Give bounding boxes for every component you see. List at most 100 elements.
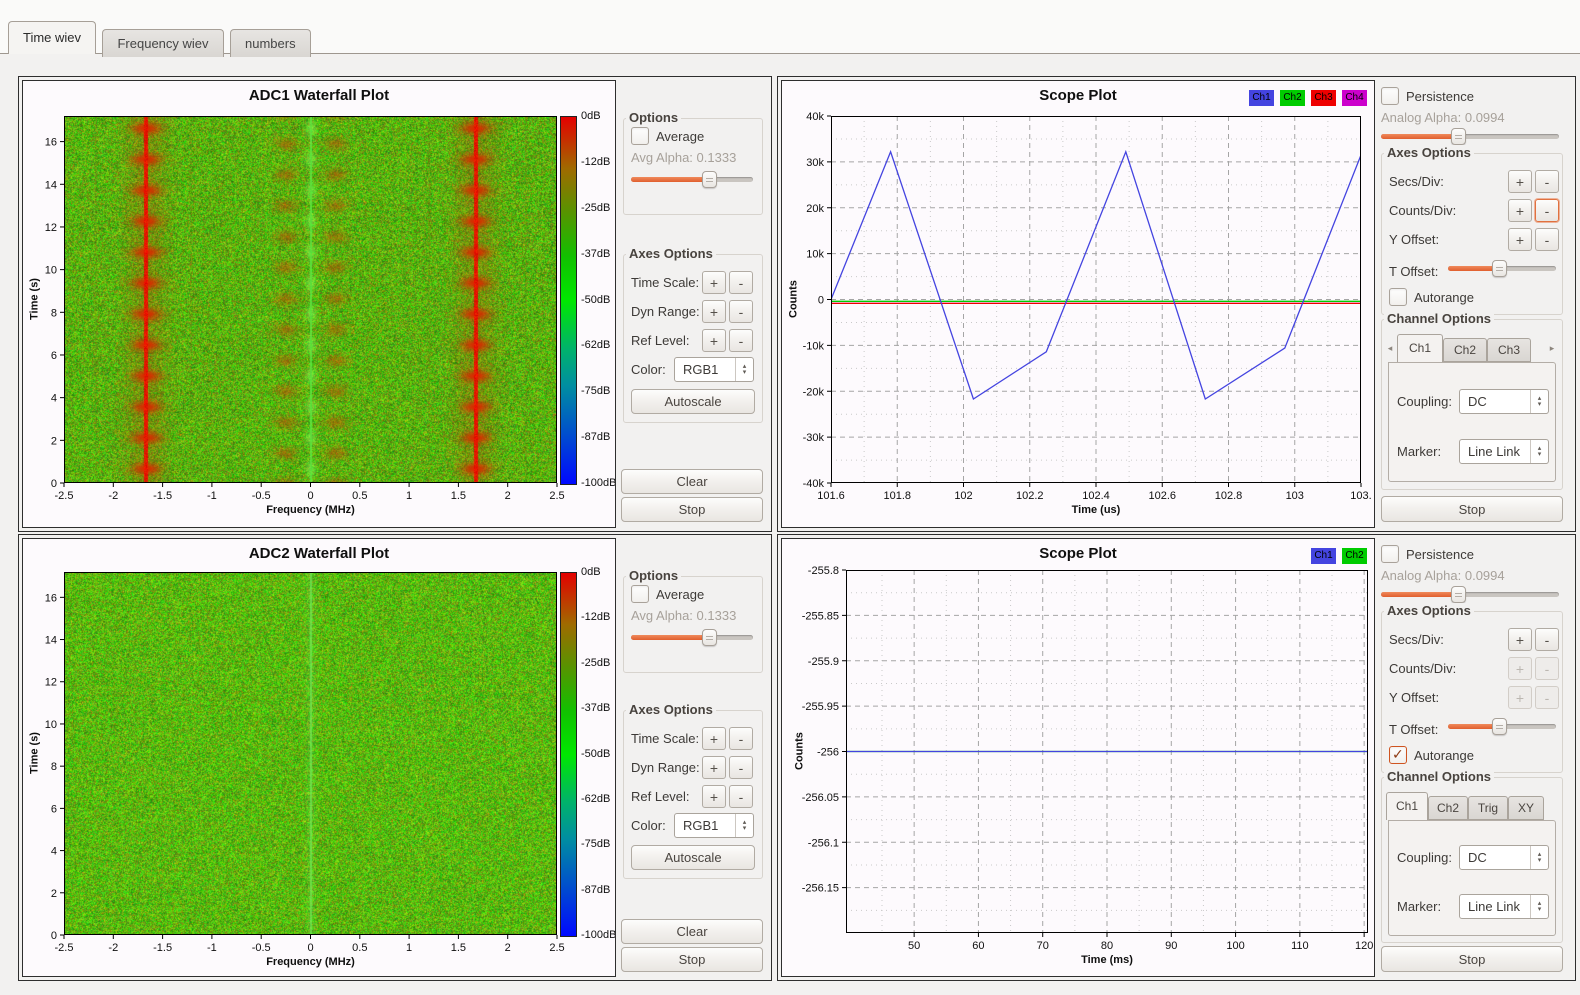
adc1-axes-options-group: Axes Options Time Scale: + - Dyn Range: …	[623, 254, 763, 423]
spin-arrows-icon[interactable]: ▴▾	[1530, 846, 1548, 869]
channel-options-title: Channel Options	[1384, 311, 1494, 326]
color-select-value: RGB1	[683, 358, 735, 381]
channel-tab-page: Coupling: DC ▴▾ Marker: Line Link ▴▾	[1388, 820, 1556, 936]
stop-button[interactable]: Stop	[621, 497, 763, 522]
average-checkbox[interactable]	[631, 585, 649, 603]
channel-tab-ch1[interactable]: Ch1	[1397, 334, 1443, 362]
slider-handle[interactable]	[702, 171, 717, 188]
persistence-checkbox[interactable]	[1381, 545, 1399, 563]
autorange-checkbox[interactable]	[1389, 746, 1407, 764]
scope2-plot-canvas[interactable]: 5060708090100110120-255.8-255.85-255.9-2…	[846, 570, 1368, 933]
ref-level-minus-button[interactable]: -	[729, 785, 753, 808]
spin-arrows-icon[interactable]: ▴▾	[1530, 390, 1548, 413]
tab-frequency-view[interactable]: Frequency wiev	[102, 29, 223, 57]
adc1-waterfall-canvas[interactable]: -2.5-2-1.5-1-0.500.511.522.5161412108642…	[64, 116, 557, 483]
analog-alpha-slider[interactable]	[1381, 586, 1559, 603]
scope1-y-axis-label: Counts	[786, 116, 801, 483]
time-scale-minus-button[interactable]: -	[729, 727, 753, 750]
counts-div-plus-button[interactable]: +	[1508, 657, 1532, 680]
adc2-intensity-colorbar	[560, 572, 577, 937]
channel-tabs-scroll-right-icon[interactable]: ▸	[1546, 343, 1558, 354]
svg-text:40k: 40k	[806, 111, 824, 123]
channel-tab-ch2[interactable]: Ch2	[1443, 338, 1487, 362]
autorange-label: Autorange	[1414, 748, 1474, 763]
adc1-plot-title: ADC1 Waterfall Plot	[23, 87, 615, 104]
y-offset-plus-button[interactable]: +	[1508, 228, 1532, 251]
t-offset-slider[interactable]	[1448, 260, 1556, 277]
adc2-options-column: Options Average Avg Alpha: 0.1333 Axes O…	[618, 538, 766, 975]
dyn-range-minus-button[interactable]: -	[729, 300, 753, 323]
svg-text:12: 12	[45, 677, 57, 689]
color-select[interactable]: RGB1 ▴▾	[674, 813, 754, 838]
time-scale-plus-button[interactable]: +	[702, 727, 726, 750]
coupling-select[interactable]: DC ▴▾	[1459, 389, 1549, 414]
slider-handle[interactable]	[702, 629, 717, 646]
time-scale-minus-button[interactable]: -	[729, 271, 753, 294]
coupling-value: DC	[1468, 846, 1530, 869]
marker-select[interactable]: Line Link ▴▾	[1459, 439, 1549, 464]
persistence-checkbox[interactable]	[1381, 87, 1399, 105]
y-offset-minus-button[interactable]: -	[1535, 228, 1559, 251]
color-select[interactable]: RGB1 ▴▾	[674, 357, 754, 382]
scope2-stop-button[interactable]: Stop	[1381, 946, 1563, 972]
svg-text:110: 110	[1291, 940, 1309, 952]
slider-handle[interactable]	[1492, 260, 1507, 277]
spin-arrows-icon[interactable]: ▴▾	[735, 814, 753, 837]
ref-level-plus-button[interactable]: +	[702, 785, 726, 808]
scope1-axes-options-group: Axes Options Secs/Div: + - Counts/Div: +…	[1381, 153, 1563, 315]
marker-label: Marker:	[1397, 899, 1441, 914]
svg-text:-30k: -30k	[803, 432, 825, 444]
avg-alpha-slider[interactable]	[631, 629, 753, 646]
channel-tab-ch1[interactable]: Ch1	[1386, 792, 1428, 820]
autoscale-button[interactable]: Autoscale	[631, 389, 755, 414]
clear-button[interactable]: Clear	[621, 919, 763, 944]
channel-tab-trig[interactable]: Trig	[1468, 796, 1508, 820]
scope1-stop-button[interactable]: Stop	[1381, 496, 1563, 522]
average-checkbox[interactable]	[631, 127, 649, 145]
tab-time-view[interactable]: Time wiev	[8, 21, 96, 54]
avg-alpha-slider[interactable]	[631, 171, 753, 188]
spin-arrows-icon[interactable]: ▴▾	[735, 358, 753, 381]
t-offset-slider[interactable]	[1448, 718, 1556, 735]
secs-div-minus-button[interactable]: -	[1535, 170, 1559, 193]
secs-div-plus-button[interactable]: +	[1508, 628, 1532, 651]
channel-tabs-scroll-left-icon[interactable]: ◂	[1384, 343, 1396, 354]
time-scale-plus-button[interactable]: +	[702, 271, 726, 294]
slider-handle[interactable]	[1451, 586, 1466, 603]
adc2-waterfall-canvas[interactable]: -2.5-2-1.5-1-0.500.511.522.5161412108642…	[64, 572, 557, 935]
channel-tab-ch3[interactable]: Ch3	[1487, 338, 1531, 362]
y-offset-plus-button[interactable]: +	[1508, 686, 1532, 709]
svg-text:4: 4	[51, 393, 57, 405]
autoscale-button[interactable]: Autoscale	[631, 845, 755, 870]
analog-alpha-slider[interactable]	[1381, 128, 1559, 145]
svg-text:1.5: 1.5	[451, 490, 466, 502]
autorange-checkbox[interactable]	[1389, 288, 1407, 306]
secs-div-minus-button[interactable]: -	[1535, 628, 1559, 651]
dyn-range-plus-button[interactable]: +	[702, 756, 726, 779]
svg-text:2: 2	[505, 490, 511, 502]
spin-arrows-icon[interactable]: ▴▾	[1530, 440, 1548, 463]
scope1-plot-canvas[interactable]: 101.6101.8102102.2102.4102.6102.8103103.…	[831, 116, 1361, 483]
tab-numbers[interactable]: numbers	[230, 29, 311, 57]
marker-select[interactable]: Line Link ▴▾	[1459, 894, 1549, 919]
scope2-channel-options-group: Channel Options Ch1 Ch2 Trig XY Coupling…	[1381, 777, 1563, 943]
counts-div-minus-button[interactable]: -	[1535, 657, 1559, 680]
channel-tab-ch2[interactable]: Ch2	[1428, 796, 1468, 820]
ref-level-minus-button[interactable]: -	[729, 329, 753, 352]
dyn-range-minus-button[interactable]: -	[729, 756, 753, 779]
channel-tab-xy[interactable]: XY	[1508, 796, 1544, 820]
spin-arrows-icon[interactable]: ▴▾	[1530, 895, 1548, 918]
slider-handle[interactable]	[1451, 128, 1466, 145]
svg-text:-1: -1	[207, 490, 217, 502]
counts-div-minus-button[interactable]: -	[1535, 199, 1559, 222]
counts-div-plus-button[interactable]: +	[1508, 199, 1532, 222]
y-offset-minus-button[interactable]: -	[1535, 686, 1559, 709]
stop-button[interactable]: Stop	[621, 947, 763, 972]
slider-handle[interactable]	[1492, 718, 1507, 735]
ref-level-plus-button[interactable]: +	[702, 329, 726, 352]
dyn-range-plus-button[interactable]: +	[702, 300, 726, 323]
clear-button[interactable]: Clear	[621, 469, 763, 494]
secs-div-plus-button[interactable]: +	[1508, 170, 1532, 193]
coupling-select[interactable]: DC ▴▾	[1459, 845, 1549, 870]
y-offset-label: Y Offset:	[1389, 232, 1439, 247]
